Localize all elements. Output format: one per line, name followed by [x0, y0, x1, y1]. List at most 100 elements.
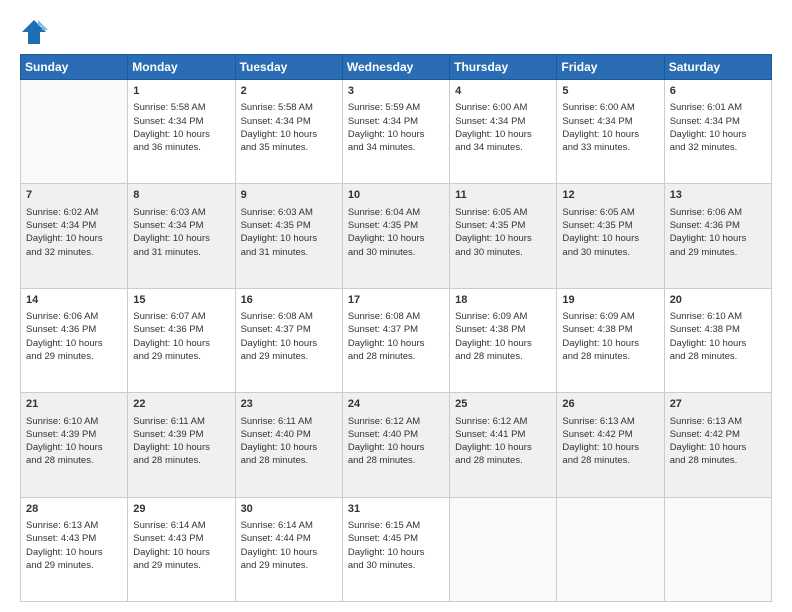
day-info: Sunset: 4:37 PM: [241, 324, 311, 335]
day-number: 23: [241, 397, 337, 412]
day-info: and 35 minutes.: [241, 142, 309, 153]
day-info: Daylight: 10 hours: [26, 442, 103, 453]
calendar-cell: 13Sunrise: 6:06 AMSunset: 4:36 PMDayligh…: [664, 184, 771, 288]
day-info: and 31 minutes.: [241, 247, 309, 258]
calendar-cell: 5Sunrise: 6:00 AMSunset: 4:34 PMDaylight…: [557, 80, 664, 184]
day-info: and 30 minutes.: [562, 247, 630, 258]
calendar-cell: 26Sunrise: 6:13 AMSunset: 4:42 PMDayligh…: [557, 393, 664, 497]
day-info: Sunset: 4:34 PM: [133, 116, 203, 127]
day-number: 27: [670, 397, 766, 412]
day-info: Sunset: 4:35 PM: [348, 220, 418, 231]
day-info: Daylight: 10 hours: [348, 233, 425, 244]
day-info: Sunset: 4:34 PM: [133, 220, 203, 231]
calendar-cell: [664, 497, 771, 601]
calendar-cell: 3Sunrise: 5:59 AMSunset: 4:34 PMDaylight…: [342, 80, 449, 184]
calendar-cell: 9Sunrise: 6:03 AMSunset: 4:35 PMDaylight…: [235, 184, 342, 288]
day-info: Sunrise: 6:10 AM: [26, 416, 98, 427]
day-info: Daylight: 10 hours: [133, 233, 210, 244]
day-info: Sunrise: 6:08 AM: [241, 311, 313, 322]
day-info: and 30 minutes.: [348, 560, 416, 571]
calendar-cell: [21, 80, 128, 184]
calendar-cell: 31Sunrise: 6:15 AMSunset: 4:45 PMDayligh…: [342, 497, 449, 601]
calendar-cell: 23Sunrise: 6:11 AMSunset: 4:40 PMDayligh…: [235, 393, 342, 497]
day-info: Daylight: 10 hours: [348, 129, 425, 140]
weekday-header: Tuesday: [235, 55, 342, 80]
day-info: Sunrise: 6:13 AM: [670, 416, 742, 427]
day-info: Sunset: 4:37 PM: [348, 324, 418, 335]
day-info: Daylight: 10 hours: [670, 233, 747, 244]
day-info: Sunrise: 6:10 AM: [670, 311, 742, 322]
day-info: Sunset: 4:38 PM: [562, 324, 632, 335]
day-info: and 28 minutes.: [133, 455, 201, 466]
calendar-cell: 6 Sunrise: 6:01 AM Sunset: 4:34 PM Daylight…: [664, 80, 771, 184]
day-info: Sunset: 4:44 PM: [241, 533, 311, 544]
day-number: 30: [241, 502, 337, 517]
day-info: Daylight: 10 hours: [133, 547, 210, 558]
day-number: 18: [455, 293, 551, 308]
day-info: Daylight: 10 hours: [455, 442, 532, 453]
day-info: and 28 minutes.: [562, 351, 630, 362]
day-info: Sunset: 4:34 PM: [670, 116, 740, 127]
day-info: and 28 minutes.: [670, 351, 738, 362]
day-number: 9: [241, 188, 337, 203]
day-number: 6: [670, 84, 766, 99]
day-info: and 29 minutes.: [26, 351, 94, 362]
day-number: 29: [133, 502, 229, 517]
logo: [20, 18, 52, 46]
weekday-header: Friday: [557, 55, 664, 80]
day-info: Sunrise: 6:02 AM: [26, 207, 98, 218]
calendar-cell: 16Sunrise: 6:08 AMSunset: 4:37 PMDayligh…: [235, 288, 342, 392]
day-info: and 30 minutes.: [455, 247, 523, 258]
day-info: Sunrise: 6:06 AM: [26, 311, 98, 322]
calendar-cell: 11Sunrise: 6:05 AMSunset: 4:35 PMDayligh…: [450, 184, 557, 288]
weekday-header: Saturday: [664, 55, 771, 80]
day-info: Daylight: 10 hours: [455, 129, 532, 140]
day-info: Sunrise: 6:01 AM: [670, 102, 742, 113]
calendar-page: SundayMondayTuesdayWednesdayThursdayFrid…: [0, 0, 792, 612]
day-number: 14: [26, 293, 122, 308]
day-info: Sunset: 4:39 PM: [26, 429, 96, 440]
day-info: Sunrise: 6:00 AM: [455, 102, 527, 113]
day-info: Daylight: 10 hours: [670, 442, 747, 453]
day-info: Daylight: 10 hours: [241, 547, 318, 558]
day-info: Daylight: 10 hours: [455, 233, 532, 244]
header: [20, 18, 772, 46]
day-info: Sunset: 4:34 PM: [241, 116, 311, 127]
day-info: Sunset: 4:39 PM: [133, 429, 203, 440]
day-info: Sunset: 4:35 PM: [562, 220, 632, 231]
day-number: 8: [133, 188, 229, 203]
day-info: Sunset: 4:38 PM: [670, 324, 740, 335]
day-info: and 28 minutes.: [670, 455, 738, 466]
day-info: and 32 minutes.: [26, 247, 94, 258]
day-info: Daylight: 10 hours: [26, 233, 103, 244]
day-info: Daylight: 10 hours: [670, 129, 747, 140]
day-info: Daylight: 10 hours: [348, 442, 425, 453]
day-info: and 28 minutes.: [455, 455, 523, 466]
day-info: and 29 minutes.: [241, 560, 309, 571]
day-number: 22: [133, 397, 229, 412]
day-info: and 29 minutes.: [26, 560, 94, 571]
weekday-header: Thursday: [450, 55, 557, 80]
weekday-header: Wednesday: [342, 55, 449, 80]
day-info: Daylight: 10 hours: [348, 547, 425, 558]
day-info: Sunrise: 6:14 AM: [133, 520, 205, 531]
calendar-cell: 8Sunrise: 6:03 AMSunset: 4:34 PMDaylight…: [128, 184, 235, 288]
day-info: Sunset: 4:38 PM: [455, 324, 525, 335]
day-info: Daylight: 10 hours: [241, 233, 318, 244]
day-info: Sunset: 4:36 PM: [670, 220, 740, 231]
day-number: 21: [26, 397, 122, 412]
calendar-cell: 21 Sunrise: 6:10 AM Sunset: 4:39 PM Dayligh…: [21, 393, 128, 497]
day-number: 3: [348, 84, 444, 99]
day-info: and 34 minutes.: [455, 142, 523, 153]
day-info: Daylight: 10 hours: [562, 338, 639, 349]
day-number: 20: [670, 293, 766, 308]
weekday-header: Sunday: [21, 55, 128, 80]
day-info: Sunrise: 5:58 AM: [133, 102, 205, 113]
calendar-cell: 30Sunrise: 6:14 AMSunset: 4:44 PMDayligh…: [235, 497, 342, 601]
day-info: Sunset: 4:41 PM: [455, 429, 525, 440]
day-info: Daylight: 10 hours: [133, 129, 210, 140]
calendar-cell: 15Sunrise: 6:07 AMSunset: 4:36 PMDayligh…: [128, 288, 235, 392]
day-info: Sunrise: 6:11 AM: [241, 416, 313, 427]
calendar-cell: 28Sunrise: 6:13 AMSunset: 4:43 PMDayligh…: [21, 497, 128, 601]
day-info: Sunrise: 6:09 AM: [455, 311, 527, 322]
